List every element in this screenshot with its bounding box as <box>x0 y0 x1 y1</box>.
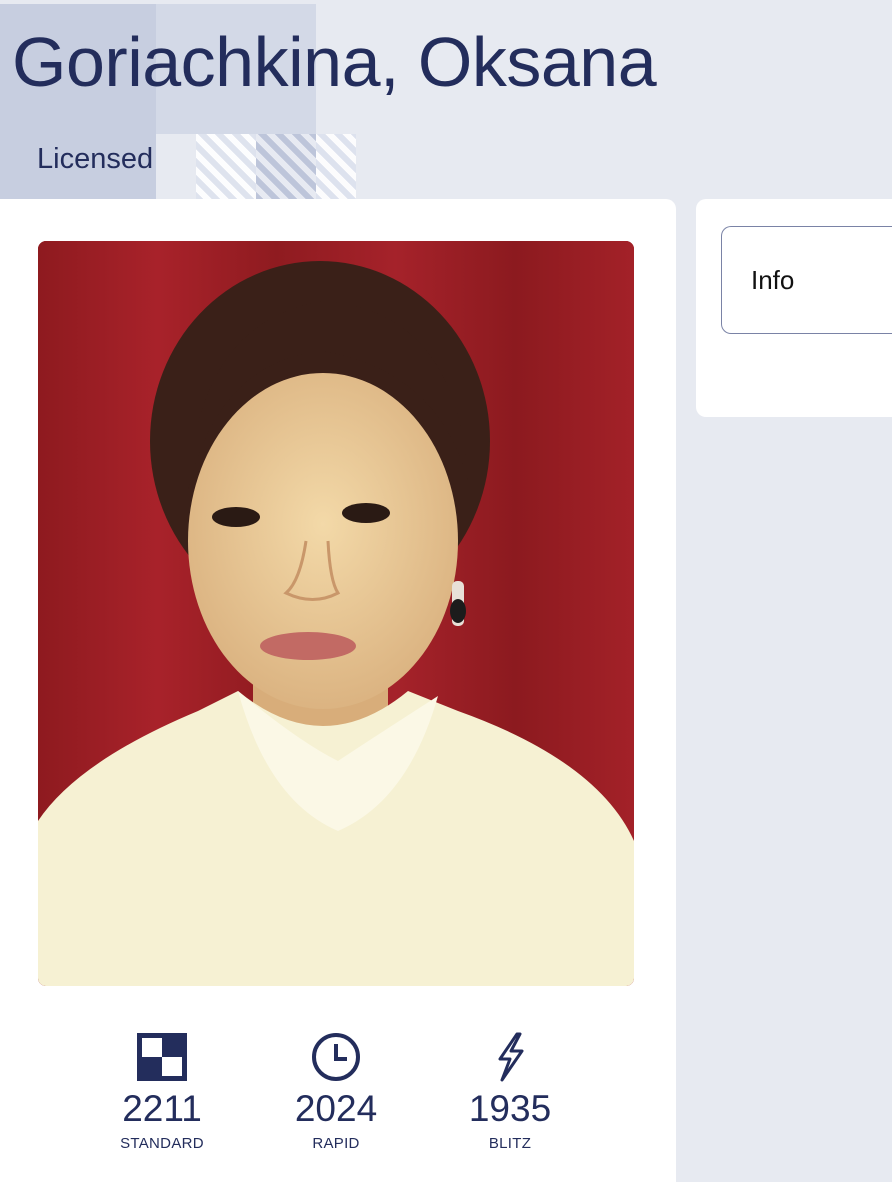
rating-blitz-value: 1935 <box>468 1088 552 1129</box>
rating-blitz: 1935 BLITZ <box>430 1029 590 1152</box>
tab-info[interactable]: Info <box>721 226 892 334</box>
clock-icon <box>256 1029 416 1085</box>
ratings-row: 2211 STANDARD 2024 RAPID 1935 BLITZ <box>75 1029 595 1169</box>
standard-board-icon <box>82 1029 242 1085</box>
rating-standard-label: STANDARD <box>120 1135 204 1152</box>
lightning-icon <box>430 1029 590 1085</box>
rating-rapid: 2024 RAPID <box>256 1029 416 1152</box>
player-photo <box>38 241 634 986</box>
player-name: Goriachkina, Oksana <box>12 23 657 101</box>
rating-blitz-label: BLITZ <box>488 1135 532 1152</box>
header-decoration-stripes <box>196 134 356 200</box>
player-details-card: Info <box>696 199 892 417</box>
player-profile-card: 2211 STANDARD 2024 RAPID 1935 BLITZ <box>0 199 676 1182</box>
rating-rapid-label: RAPID <box>312 1135 360 1152</box>
rating-rapid-value: 2024 <box>294 1088 378 1129</box>
license-status: Licensed <box>37 143 154 175</box>
rating-standard-value: 2211 <box>122 1088 202 1129</box>
tab-info-label: Info <box>751 265 795 295</box>
rating-standard: 2211 STANDARD <box>82 1029 242 1152</box>
